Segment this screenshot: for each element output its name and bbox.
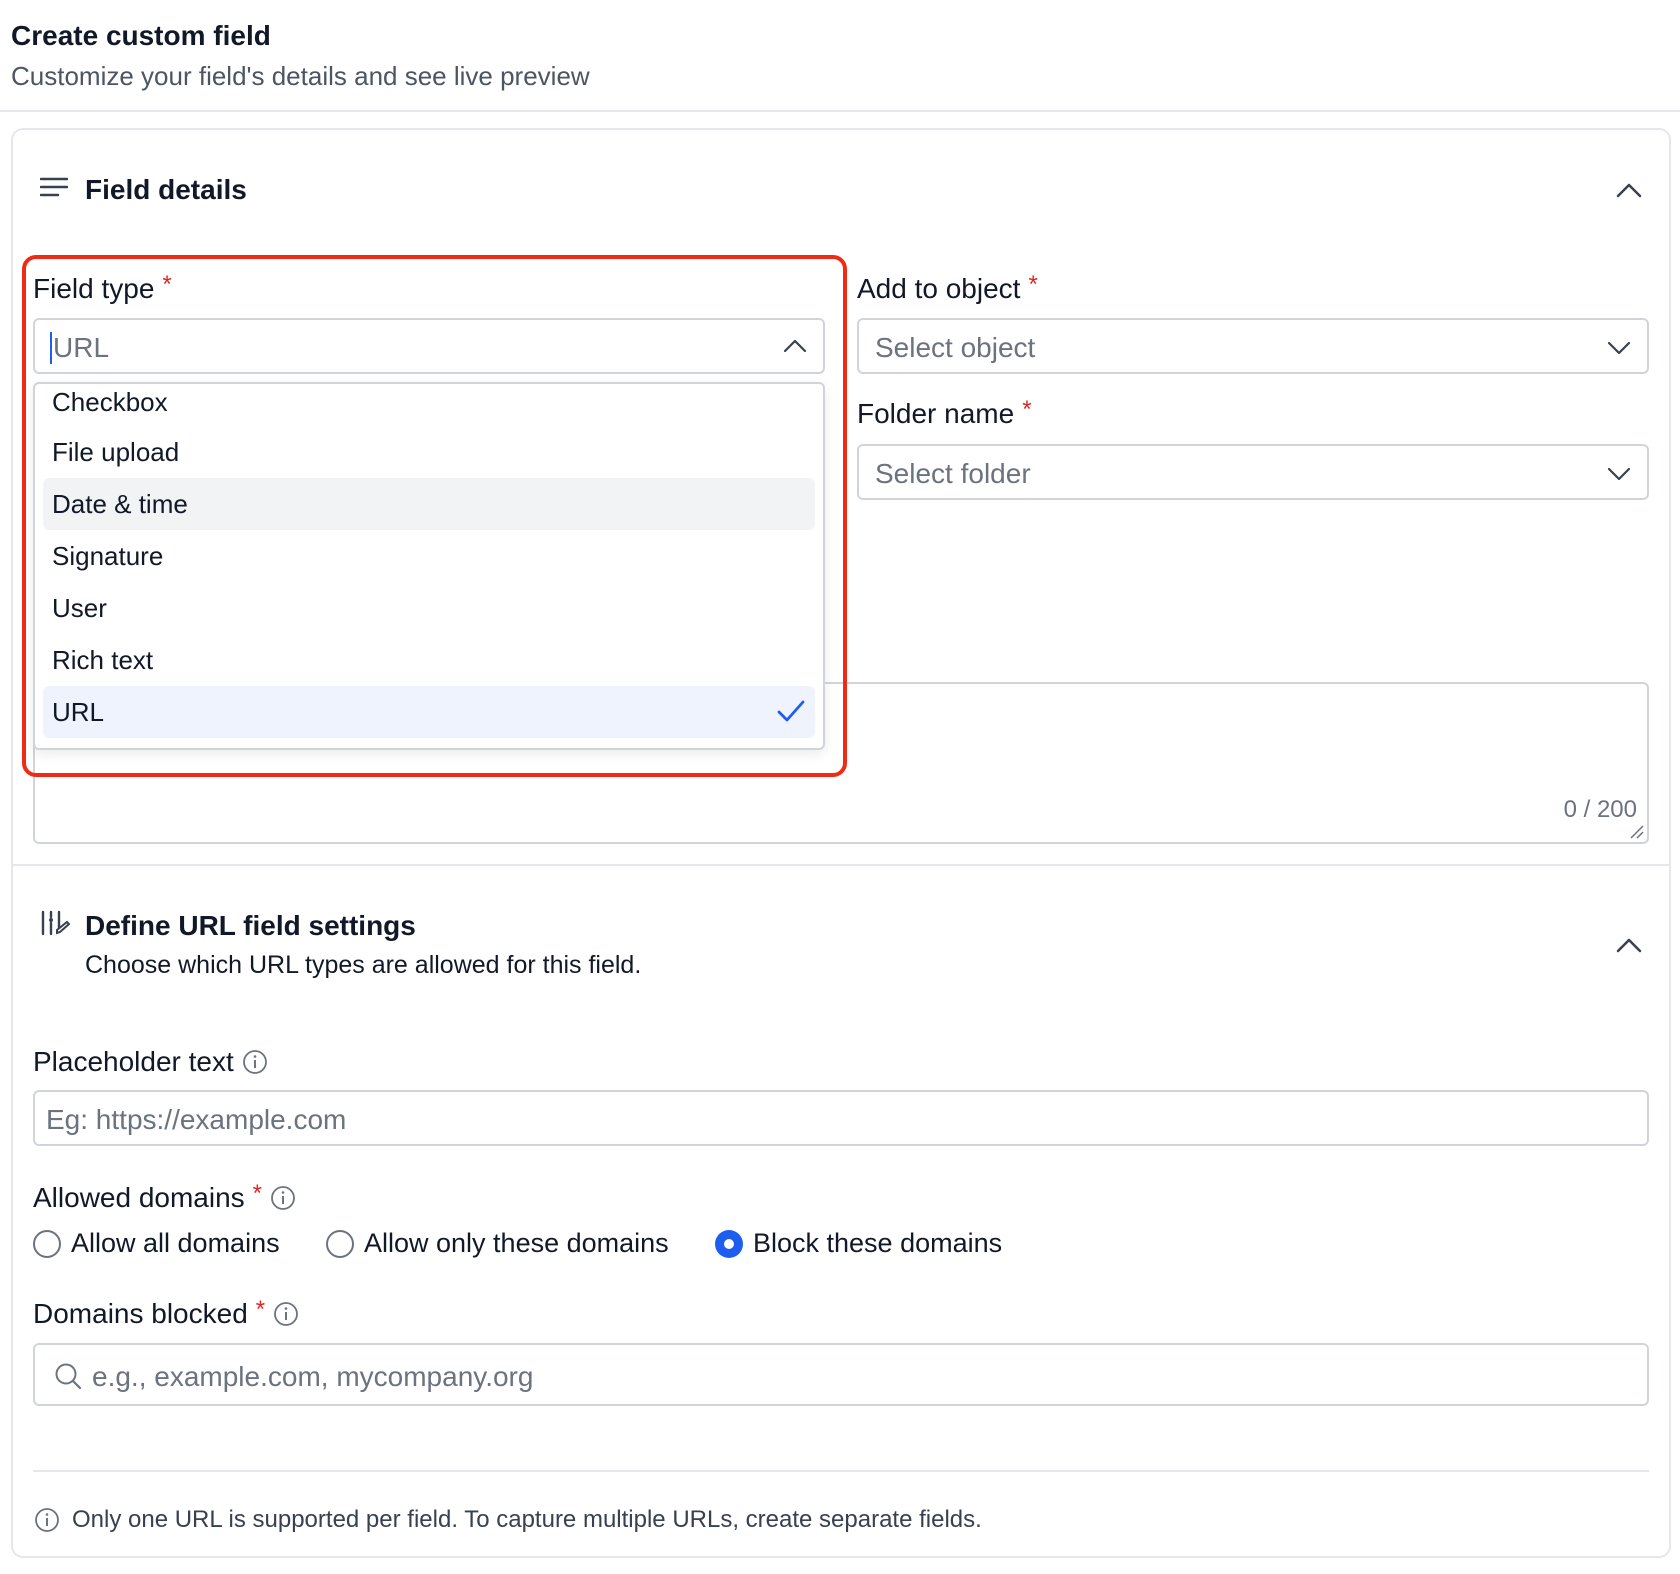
option-url[interactable]: URL xyxy=(43,686,815,738)
field-type-value: URL xyxy=(53,332,110,363)
field-type-dropdown: Checkbox File upload Date & time Signatu… xyxy=(33,382,825,750)
domains-blocked-placeholder: e.g., example.com, mycompany.org xyxy=(92,1361,534,1392)
check-icon xyxy=(777,700,805,722)
page-header: Create custom field Customize your field… xyxy=(0,0,1680,112)
field-type-select[interactable]: URL xyxy=(33,318,825,374)
allowed-domains-label: Allowed domains * xyxy=(33,1180,296,1214)
required-mark: * xyxy=(1022,396,1032,423)
search-icon xyxy=(55,1363,82,1390)
option-file-upload[interactable]: File upload xyxy=(43,426,815,478)
info-icon[interactable] xyxy=(270,1185,296,1211)
footer-divider xyxy=(33,1470,1649,1472)
required-mark: * xyxy=(252,1180,263,1207)
info-icon[interactable] xyxy=(242,1049,268,1075)
field-details-title: Field details xyxy=(85,174,247,205)
radio-block[interactable]: Block these domains xyxy=(715,1228,1002,1259)
url-settings-title: Define URL field settings xyxy=(85,910,416,941)
radio-allow-only[interactable]: Allow only these domains xyxy=(326,1228,669,1259)
resize-handle-icon[interactable] xyxy=(1629,824,1645,840)
chevron-down-icon xyxy=(1607,341,1631,355)
required-mark: * xyxy=(255,1296,266,1323)
option-user[interactable]: User xyxy=(43,582,815,634)
section-divider xyxy=(13,864,1669,866)
option-date-time[interactable]: Date & time xyxy=(43,478,815,530)
option-rich-text[interactable]: Rich text xyxy=(43,634,815,686)
chevron-down-icon xyxy=(1607,467,1631,481)
radio-circle[interactable] xyxy=(326,1229,354,1258)
domains-blocked-input[interactable]: e.g., example.com, mycompany.org xyxy=(33,1343,1649,1406)
settings-sliders-icon xyxy=(41,910,70,936)
url-settings-description: Choose which URL types are allowed for t… xyxy=(85,951,642,979)
folder-name-label: Folder name * xyxy=(857,396,1032,429)
option-url-label: URL xyxy=(52,697,105,727)
info-icon xyxy=(35,1508,59,1532)
add-to-object-select[interactable]: Select object xyxy=(857,318,1649,374)
folder-name-placeholder: Select folder xyxy=(875,458,1031,489)
collapse-field-details-chevron-up-icon[interactable] xyxy=(1616,182,1642,198)
folder-name-select[interactable]: Select folder xyxy=(857,444,1649,500)
char-counter: 0 / 200 xyxy=(1563,796,1637,823)
chevron-up-icon xyxy=(783,339,807,353)
radio-circle[interactable] xyxy=(33,1229,61,1258)
radio-allow-only-label: Allow only these domains xyxy=(364,1228,669,1258)
radio-block-label: Block these domains xyxy=(753,1228,1003,1258)
add-to-object-label: Add to object * xyxy=(857,271,1038,304)
add-to-object-placeholder: Select object xyxy=(875,332,1036,363)
footer-note: Only one URL is supported per field. To … xyxy=(34,1506,982,1534)
radio-allow-all-label: Allow all domains xyxy=(71,1228,280,1258)
placeholder-text-label: Placeholder text xyxy=(33,1046,268,1078)
required-mark: * xyxy=(162,271,172,298)
collapse-url-settings-chevron-up-icon[interactable] xyxy=(1616,937,1642,953)
required-mark: * xyxy=(1028,271,1038,298)
option-signature[interactable]: Signature xyxy=(43,530,815,582)
placeholder-text-input[interactable]: Eg: https://example.com xyxy=(33,1090,1649,1146)
footer-note-text: Only one URL is supported per field. To … xyxy=(72,1506,982,1533)
radio-allow-all[interactable]: Allow all domains xyxy=(33,1228,280,1259)
radio-circle-selected[interactable] xyxy=(715,1229,743,1258)
page-title: Create custom field xyxy=(11,20,271,51)
text-cursor xyxy=(50,332,52,364)
lines-icon xyxy=(40,177,68,197)
domains-blocked-label: Domains blocked * xyxy=(33,1296,299,1330)
placeholder-text-placeholder: Eg: https://example.com xyxy=(46,1104,347,1135)
info-icon[interactable] xyxy=(273,1301,299,1327)
option-checkbox[interactable]: Checkbox xyxy=(43,384,815,428)
page-subtitle: Customize your field's details and see l… xyxy=(11,61,590,91)
field-type-label: Field type * xyxy=(33,271,172,304)
